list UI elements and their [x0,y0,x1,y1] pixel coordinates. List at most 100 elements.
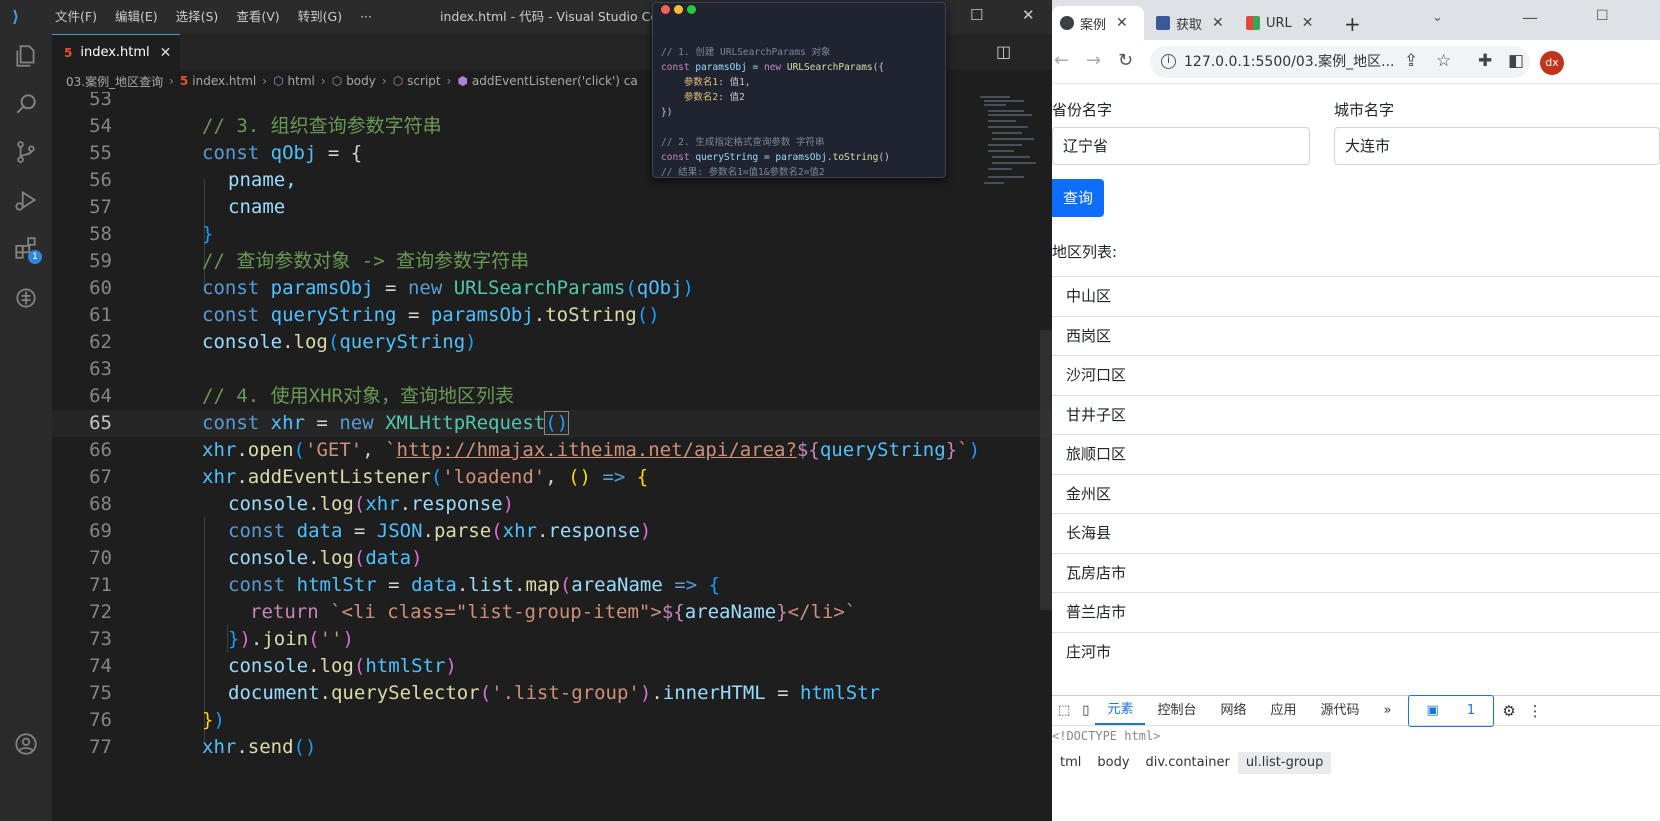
breadcrumb-body[interactable]: body [346,74,376,88]
window-dots [661,5,696,14]
maximize-icon[interactable]: ☐ [1596,8,1609,24]
breadcrumb-function[interactable]: addEventListener('click') ca [472,74,638,88]
issues-badge[interactable]: ▣ 1 [1407,694,1495,727]
menu-selection[interactable]: 选择(S) [167,0,228,34]
minimize-icon[interactable]: — [1522,8,1538,27]
code-line: 59// 查询参数对象 -> 查询参数字符串 [89,250,530,272]
share-icon[interactable]: ⇪ [1404,51,1418,71]
snippet-line: 参数名1: 值1, [683,77,751,88]
code-line: 64// 4. 使用XHR对象，查询地区列表 [89,385,514,407]
device-toolbar-icon[interactable]: ▯ [1076,696,1095,726]
breadcrumb: 03.案例_地区查询 › 5 index.html › ⬡ html › ⬡ b… [52,70,1110,92]
city-input[interactable]: 大连市 [1334,127,1660,165]
more-tabs-button[interactable]: » [1372,696,1404,726]
code-line: 58} [89,223,214,245]
search-icon[interactable] [12,90,40,118]
element-icon: ⬡ [392,74,404,88]
bookmark-star-icon[interactable]: ☆ [1436,51,1451,71]
breadcrumb-folder[interactable]: 03.案例_地区查询 [66,73,163,90]
url-text: 127.0.0.1:5500/03.案例_地区... [1184,54,1395,70]
close-tab-icon[interactable]: ✕ [1302,15,1314,31]
green-dot-icon [687,5,696,14]
tab-index-html[interactable]: 5 index.html ✕ [52,34,180,70]
settings-gear-icon[interactable]: ⚙ [1494,696,1523,726]
code-line: 73}).join('') [89,628,354,650]
devtools-tabs: ⬚ ▯ 元素 控制台 网络 应用 源代码 » ▣ 1 ⚙ ⋮ [1052,694,1660,727]
editor-scrollbar[interactable] [1040,330,1052,610]
chevron-right-icon: › [262,74,268,88]
vscode-window-controls: ☐ ✕ [960,0,1060,34]
extensions-puzzle-icon[interactable]: ✚ [1478,51,1492,71]
close-tab-icon[interactable]: ✕ [160,45,172,61]
snippet-line: }) [661,107,673,118]
close-tab-icon[interactable]: ✕ [1116,15,1128,31]
close-window-icon[interactable]: ✕ [1022,6,1035,24]
tab-sources[interactable]: 源代码 [1309,696,1372,726]
explorer-icon[interactable] [12,42,40,70]
account-icon[interactable] [12,730,40,758]
browser-tab-get[interactable]: 获取 ✕ [1148,6,1234,40]
maximize-icon[interactable]: ☐ [970,6,983,24]
breadcrumb-file[interactable]: index.html [192,74,256,88]
mdn-icon [1246,16,1260,30]
remote-explorer-icon[interactable] [12,284,40,312]
minimap[interactable] [978,92,1038,212]
site-info-icon[interactable]: i [1161,54,1176,69]
menu-file[interactable]: 文件(F) [46,0,106,34]
snippet-line [661,120,937,135]
province-input[interactable]: 辽宁省 [1052,127,1310,165]
code-line: 66 xhr.open('GET', `http://hmajax.itheima… [89,439,981,461]
tab-search-icon[interactable]: ⌄ [1432,10,1443,25]
address-bar[interactable]: i 127.0.0.1:5500/03.案例_地区... [1150,46,1530,78]
menu-go[interactable]: 转到(G) [289,0,351,34]
dom-crumb[interactable]: div.container [1138,752,1238,774]
breadcrumb-script[interactable]: script [407,74,440,88]
chevron-right-icon: › [320,74,326,88]
code-line: 62 console.log(queryString) [89,331,477,353]
html5-file-icon: 5 [64,45,73,60]
tab-network[interactable]: 网络 [1208,696,1258,726]
menu-more[interactable]: ··· [351,0,381,34]
code-line-current: 65 const xhr = new XMLHttpRequest() [52,410,1052,437]
list-item: 金州区 [1052,473,1660,514]
reload-icon[interactable]: ↻ [1118,50,1133,71]
menu-edit[interactable]: 编辑(E) [106,0,167,34]
list-item: 西岗区 [1052,315,1660,356]
browser-tab-case[interactable]: 案例 ✕ [1052,6,1144,40]
vscode-logo-icon: ⟩ [12,7,20,26]
split-editor-icon[interactable]: ◫ [996,42,1011,61]
code-editor[interactable]: 53 54// 3. 组织查询参数字符串 55 const qObj = { 56… [52,92,1052,821]
dom-crumb[interactable]: tml [1052,752,1089,774]
list-item: 普兰店市 [1052,592,1660,632]
profile-avatar[interactable]: dx [1540,51,1564,75]
devtools-panel: ⬚ ▯ 元素 控制台 网络 应用 源代码 » ▣ 1 ⚙ ⋮ <!DOCTYPE… [1052,694,1660,821]
globe-icon [1060,16,1074,30]
dom-crumb-selected[interactable]: ul.list-group [1237,752,1332,774]
inspect-element-icon[interactable]: ⬚ [1052,696,1076,726]
extensions-icon[interactable]: 1 [12,234,42,264]
more-options-icon[interactable]: ⋮ [1524,696,1547,726]
code-line: 71 const htmlStr = data.list.map(areaName… [89,574,721,596]
extensions-badge: 1 [28,250,42,264]
snippet-line: // 结果: 参数名1=值1&参数名2=值2 [661,167,825,178]
code-line: 61 const queryString = paramsObj.toString… [89,304,660,326]
browser-tab-label: URL [1266,15,1292,31]
forward-icon[interactable]: → [1086,50,1101,71]
query-button[interactable]: 查询 [1052,179,1104,217]
run-debug-icon[interactable] [12,186,40,214]
source-control-icon[interactable] [12,138,40,166]
side-panel-icon[interactable]: ◧ [1508,51,1524,71]
new-tab-icon[interactable]: + [1344,12,1361,36]
tab-elements[interactable]: 元素 [1095,696,1146,725]
breadcrumb-html[interactable]: html [288,74,315,88]
menu-view[interactable]: 查看(V) [227,0,288,34]
list-item: 中山区 [1052,276,1660,316]
snippet-line: // 2. 生成指定格式查询参数 字符串 [661,137,825,148]
tab-console[interactable]: 控制台 [1145,696,1208,726]
close-tab-icon[interactable]: ✕ [1212,15,1224,31]
dom-crumb[interactable]: body [1089,752,1137,774]
back-icon[interactable]: ← [1054,50,1069,71]
browser-tab-url[interactable]: URL ✕ [1238,6,1328,40]
code-line: 70 console.log(data) [89,547,423,569]
tab-application[interactable]: 应用 [1259,696,1309,726]
